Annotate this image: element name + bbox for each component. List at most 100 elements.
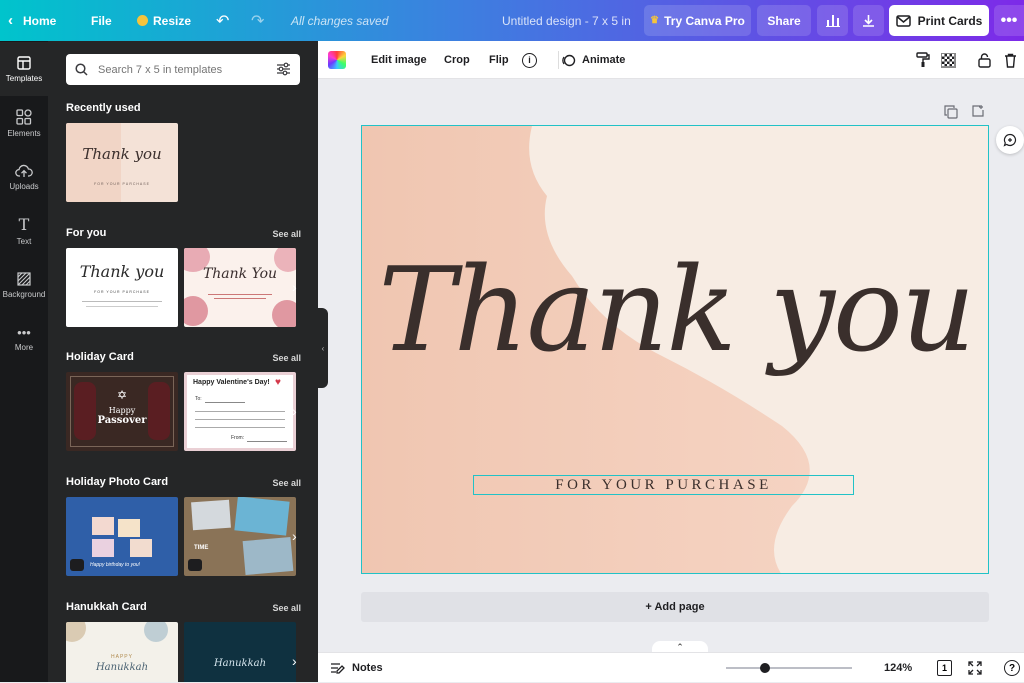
- crown-icon: [137, 15, 148, 26]
- rail-item-text[interactable]: T Text: [0, 204, 48, 258]
- thumb-line: [86, 306, 158, 307]
- see-all-link[interactable]: See all: [272, 353, 301, 363]
- rail-item-elements[interactable]: Elements: [0, 96, 48, 150]
- resize-button[interactable]: Resize: [137, 0, 191, 41]
- page-count-button[interactable]: 1: [937, 660, 952, 676]
- section-title-hanukkah: Hanukkah Card: [66, 601, 147, 613]
- animate-button[interactable]: Animate: [561, 41, 625, 79]
- print-cards-label: Print Cards: [917, 13, 983, 28]
- chevron-right-icon[interactable]: ›: [292, 653, 297, 669]
- thumb-photo: [234, 497, 290, 536]
- home-button[interactable]: ‹ Home: [8, 0, 56, 41]
- template-thumb-for-you-2[interactable]: Thank You: [184, 248, 296, 327]
- cloud-upload-icon: [15, 164, 33, 177]
- page-count: 1: [941, 663, 947, 673]
- info-icon[interactable]: i: [522, 41, 537, 79]
- see-all-link[interactable]: See all: [272, 603, 301, 613]
- color-picker-icon[interactable]: [328, 41, 346, 79]
- notes-label: Notes: [352, 662, 383, 674]
- template-thumb-holiday-1[interactable]: ✡ Happy Passover: [66, 372, 178, 451]
- add-page-icon[interactable]: [971, 104, 985, 123]
- thank-you-heading[interactable]: Thank you: [362, 236, 988, 386]
- redo-icon[interactable]: ↷: [251, 0, 264, 41]
- subtitle-text: FOR YOUR PURCHASE: [555, 476, 772, 493]
- thumb-photo: [92, 517, 114, 535]
- add-page-label: + Add page: [645, 601, 705, 613]
- template-thumb-hanukkah-2[interactable]: Hanukkah: [184, 622, 296, 682]
- thumb-line: [195, 427, 285, 428]
- comment-icon[interactable]: [996, 126, 1024, 154]
- zoom-slider-thumb[interactable]: [760, 663, 771, 673]
- rail-item-uploads[interactable]: Uploads: [0, 150, 48, 204]
- thumb-line: [208, 294, 272, 295]
- chevron-right-icon[interactable]: ›: [292, 403, 297, 419]
- subtitle-text-box[interactable]: FOR YOUR PURCHASE: [473, 475, 854, 495]
- rail-label: Text: [16, 236, 32, 246]
- thumb-title: Happy Valentine's Day!: [193, 379, 270, 386]
- rail-label: Background: [2, 289, 46, 299]
- thumb-subtitle: FOR YOUR PURCHASE: [94, 290, 150, 294]
- see-all-link[interactable]: See all: [272, 229, 301, 239]
- template-thumb-for-you-1[interactable]: Thank you FOR YOUR PURCHASE: [66, 248, 178, 327]
- file-menu[interactable]: File: [91, 0, 112, 41]
- template-thumb-photo-1[interactable]: Happy birthday to you!: [66, 497, 178, 576]
- rail-item-background[interactable]: Background: [0, 258, 48, 312]
- thumb-photo: [118, 519, 140, 537]
- section-title-holiday: Holiday Card: [66, 351, 134, 363]
- design-canvas[interactable]: Thank you FOR YOUR PURCHASE: [361, 125, 989, 574]
- trash-icon[interactable]: [1004, 41, 1017, 79]
- download-icon[interactable]: [853, 5, 884, 36]
- side-rail: Templates Elements Uploads T Text Backgr…: [0, 41, 48, 682]
- search-input[interactable]: [98, 59, 268, 80]
- rail-item-more[interactable]: ••• More: [0, 312, 48, 366]
- insights-icon[interactable]: [817, 5, 848, 36]
- thumb-photo: [191, 499, 231, 531]
- thumb-flower: [272, 300, 296, 327]
- filter-icon[interactable]: [276, 62, 291, 76]
- template-thumb-recent[interactable]: Thank you FOR YOUR PURCHASE: [66, 123, 178, 202]
- crop-button[interactable]: Crop: [444, 41, 470, 79]
- search-box[interactable]: [66, 54, 300, 85]
- flip-button[interactable]: Flip: [489, 41, 509, 79]
- chevron-right-icon[interactable]: ›: [292, 279, 297, 295]
- thumb-title-2: Hanukkah: [95, 662, 149, 673]
- rail-label: More: [14, 342, 34, 352]
- chevron-right-icon[interactable]: ›: [292, 528, 297, 544]
- edit-image-button[interactable]: Edit image: [371, 41, 427, 79]
- thumb-title-2: Passover: [97, 415, 147, 426]
- paint-roller-icon[interactable]: [916, 41, 930, 79]
- notes-button[interactable]: Notes: [330, 653, 383, 683]
- rail-item-templates[interactable]: Templates: [0, 42, 48, 96]
- thumb-to: To:: [195, 396, 202, 402]
- hatch-icon: [17, 271, 31, 286]
- thumb-line: [195, 419, 285, 420]
- home-label: Home: [23, 13, 57, 28]
- more-menu-icon[interactable]: •••: [994, 5, 1024, 36]
- lock-icon[interactable]: [978, 41, 991, 79]
- heart-icon: ♥: [275, 377, 281, 388]
- template-thumb-hanukkah-1[interactable]: HAPPY Hanukkah: [66, 622, 178, 682]
- duplicate-page-icon[interactable]: [944, 105, 958, 124]
- zoom-level[interactable]: 124%: [884, 653, 912, 683]
- print-cards-button[interactable]: Print Cards: [889, 5, 989, 36]
- fullscreen-icon[interactable]: [968, 661, 982, 680]
- pro-badge: [188, 559, 202, 571]
- try-pro-button[interactable]: ♛ Try Canva Pro: [644, 5, 751, 36]
- see-all-link[interactable]: See all: [272, 478, 301, 488]
- undo-icon[interactable]: ↶: [216, 0, 229, 41]
- animate-label: Animate: [582, 54, 626, 66]
- shapes-icon: [16, 108, 32, 125]
- collapse-panel-handle[interactable]: ‹: [318, 308, 328, 388]
- template-thumb-photo-2[interactable]: TIME: [184, 497, 296, 576]
- share-button[interactable]: Share: [757, 5, 811, 36]
- zoom-slider[interactable]: [726, 663, 852, 673]
- design-title[interactable]: Untitled design - 7 x 5 in: [502, 0, 631, 41]
- add-page-button[interactable]: + Add page: [361, 592, 989, 622]
- save-status: All changes saved: [291, 13, 389, 28]
- rail-label: Uploads: [9, 181, 39, 191]
- help-icon[interactable]: ?: [1004, 660, 1020, 676]
- crown-icon: ♛: [650, 15, 660, 26]
- template-thumb-holiday-2[interactable]: Happy Valentine's Day! ♥ To: From:: [184, 372, 296, 451]
- rail-label: Templates: [5, 73, 43, 83]
- transparency-icon[interactable]: [941, 41, 956, 79]
